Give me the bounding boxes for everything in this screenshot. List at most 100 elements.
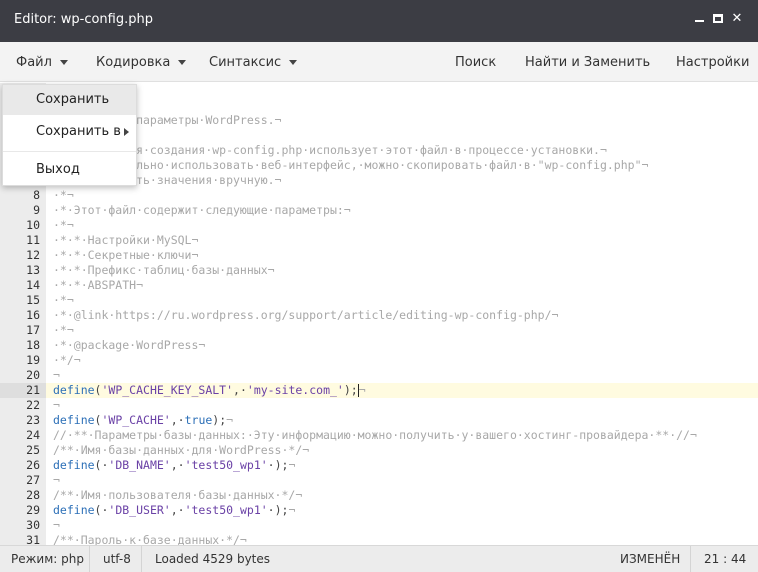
code-line[interactable]: 22 ¬ <box>0 398 758 413</box>
code-punctuation: ,· <box>170 413 185 427</box>
code-line[interactable]: 14 ·*·*·ABSPATH¬ <box>0 278 758 293</box>
code-line[interactable]: 26 define(·'DB_NAME',·'test50_wp1'·);¬ <box>0 458 758 473</box>
code-comment: ·*·*·Секретные·ключи¬ <box>53 248 199 262</box>
code-punctuation: ,· <box>170 503 185 517</box>
code-line[interactable]: 17 ·*¬ <box>0 323 758 338</box>
maximize-icon[interactable] <box>710 11 726 29</box>
code-line[interactable]: 31 /**·Пароль·к·базе·данных·*/¬ <box>0 533 758 545</box>
code-line[interactable]: 20 ¬ <box>0 368 758 383</box>
code-comment: ·*¬ <box>53 323 74 337</box>
code-line[interactable]: 11 ·*·*·Настройки·MySQL¬ <box>0 233 758 248</box>
code-comment: ·*¬ <box>53 218 74 232</box>
close-icon[interactable]: ✕ <box>729 11 745 29</box>
code-string: 'WP_CACHE' <box>101 413 171 427</box>
code-text: define(·'DB_USER',·'test50_wp1'·);¬ <box>53 503 295 518</box>
code-text: ·*·Этот·файл·содержит·следующие·параметр… <box>53 203 351 218</box>
line-number: 19 <box>26 353 40 367</box>
code-line[interactable]: 24 //·**·Параметры·базы·данных:·Эту·инфор… <box>0 428 758 443</box>
code-line[interactable]: 29 define(·'DB_USER',·'test50_wp1'·);¬ <box>0 503 758 518</box>
code-line[interactable]: 16 ·*·@link·https://ru.wordpress.org/supp… <box>0 308 758 323</box>
menu-item-save-as[interactable]: Сохранить в <box>3 117 136 147</box>
code-comment: ¬ <box>53 473 60 487</box>
menu-settings[interactable]: Настройки <box>676 55 749 70</box>
code-comment: ·*·@link·https://ru.wordpress.org/suppor… <box>53 308 559 322</box>
line-number: 16 <box>26 308 40 322</box>
code-comment: ·*/¬ <box>53 353 81 367</box>
code-keyword: define <box>53 413 95 427</box>
minimize-icon[interactable] <box>692 11 708 29</box>
code-punctuation: ·); <box>267 503 289 517</box>
menu-syntax-label: Синтаксис <box>209 55 282 70</box>
menu-item-exit-label: Выход <box>36 162 80 177</box>
code-line[interactable]: 9 ·*·Этот·файл·содержит·следующие·парамет… <box>0 203 758 218</box>
statusbar: Режим: php utf-8 Loaded 4529 bytes ИЗМЕН… <box>0 545 758 572</box>
menu-encoding-label: Кодировка <box>96 55 171 70</box>
code-line[interactable]: 18 ·*·@package·WordPress¬ <box>0 338 758 353</box>
menu-item-exit[interactable]: Выход <box>3 155 136 185</box>
menu-item-save-as-label: Сохранить в <box>36 124 121 139</box>
code-line[interactable]: 13 ·*·*·Префикс·таблиц·базы·данных¬ <box>0 263 758 278</box>
code-text: ·*/¬ <box>53 353 81 368</box>
line-number: 22 <box>26 398 40 412</box>
code-line[interactable]: 10 ·*¬ <box>0 218 758 233</box>
code-keyword: define <box>53 458 95 472</box>
line-number: 23 <box>26 413 40 427</box>
code-text: ·*·@link·https://ru.wordpress.org/suppor… <box>53 308 558 323</box>
code-punctuation: (· <box>94 458 109 472</box>
code-text: ¬ <box>53 368 60 383</box>
status-encoding[interactable]: utf-8 <box>103 552 131 566</box>
code-line[interactable]: 15 ·*¬ <box>0 293 758 308</box>
code-line[interactable]: 8 ·*¬ <box>0 188 758 203</box>
line-number: 18 <box>26 338 40 352</box>
line-number: 17 <box>26 323 40 337</box>
menu-find-replace[interactable]: Найти и Заменить <box>525 55 650 70</box>
line-number: 31 <box>26 533 40 545</box>
code-comment: ·*·@package·WordPress¬ <box>53 338 206 352</box>
code-line[interactable]: 21 define('WP_CACHE_KEY_SALT',·'my-site.c… <box>0 383 758 398</box>
code-text: define(·'DB_NAME',·'test50_wp1'·);¬ <box>53 458 295 473</box>
code-string: 'my-site.com_' <box>246 383 344 397</box>
code-comment: ¬ <box>288 458 296 472</box>
menu-item-save[interactable]: Сохранить <box>3 85 136 115</box>
code-comment: ¬ <box>288 503 296 517</box>
line-number: 25 <box>26 443 40 457</box>
code-line[interactable]: 28 /**·Имя·пользователя·базы·данных·*/¬ <box>0 488 758 503</box>
line-number: 15 <box>26 293 40 307</box>
code-text: ·*·@package·WordPress¬ <box>53 338 205 353</box>
menu-syntax[interactable]: Синтаксис <box>209 55 298 70</box>
line-number: 13 <box>26 263 40 277</box>
code-text: ¬ <box>53 473 60 488</box>
code-string: 'WP_CACHE_KEY_SALT' <box>101 383 234 397</box>
code-text: ·*¬ <box>53 188 74 203</box>
code-keyword: define <box>53 383 95 397</box>
line-number: 11 <box>26 233 40 247</box>
code-text: ·*·*·Префикс·таблиц·базы·данных¬ <box>53 263 275 278</box>
code-punctuation: ,· <box>233 383 247 397</box>
line-number: 29 <box>26 503 40 517</box>
code-comment: ¬ <box>226 413 234 427</box>
menubar: Файл Кодировка Синтаксис Поиск Найти и З… <box>0 42 758 82</box>
code-line[interactable]: 19 ·*/¬ <box>0 353 758 368</box>
code-text: ·*·*·Секретные·ключи¬ <box>53 248 198 263</box>
code-punctuation: ·); <box>267 458 289 472</box>
status-mode[interactable]: Режим: php <box>11 552 84 566</box>
status-modified: ИЗМЕНЁН <box>620 552 681 566</box>
code-comment: ·*·*·Префикс·таблиц·базы·данных¬ <box>53 263 275 277</box>
code-line[interactable]: 27 ¬ <box>0 473 758 488</box>
code-line[interactable]: 12 ·*·*·Секретные·ключи¬ <box>0 248 758 263</box>
code-string: 'test50_wp1' <box>184 458 268 472</box>
code-keyword: define <box>53 503 95 517</box>
menu-search[interactable]: Поиск <box>455 55 496 70</box>
menu-encoding[interactable]: Кодировка <box>96 55 187 70</box>
code-line[interactable]: 30 ¬ <box>0 518 758 533</box>
line-number: 30 <box>26 518 40 532</box>
code-line[interactable]: 23 define('WP_CACHE',·true);¬ <box>0 413 758 428</box>
code-line[interactable]: 25 /**·Имя·базы·данных·для·WordPress·*/¬ <box>0 443 758 458</box>
code-text: ·*¬ <box>53 218 74 233</box>
menu-file[interactable]: Файл <box>16 55 68 70</box>
status-divider <box>89 546 90 572</box>
code-text: //·**·Параметры·базы·данных:·Эту·информа… <box>53 428 697 443</box>
status-divider <box>141 546 142 572</box>
code-text: ¬ <box>53 398 60 413</box>
code-comment: ¬ <box>53 518 60 532</box>
